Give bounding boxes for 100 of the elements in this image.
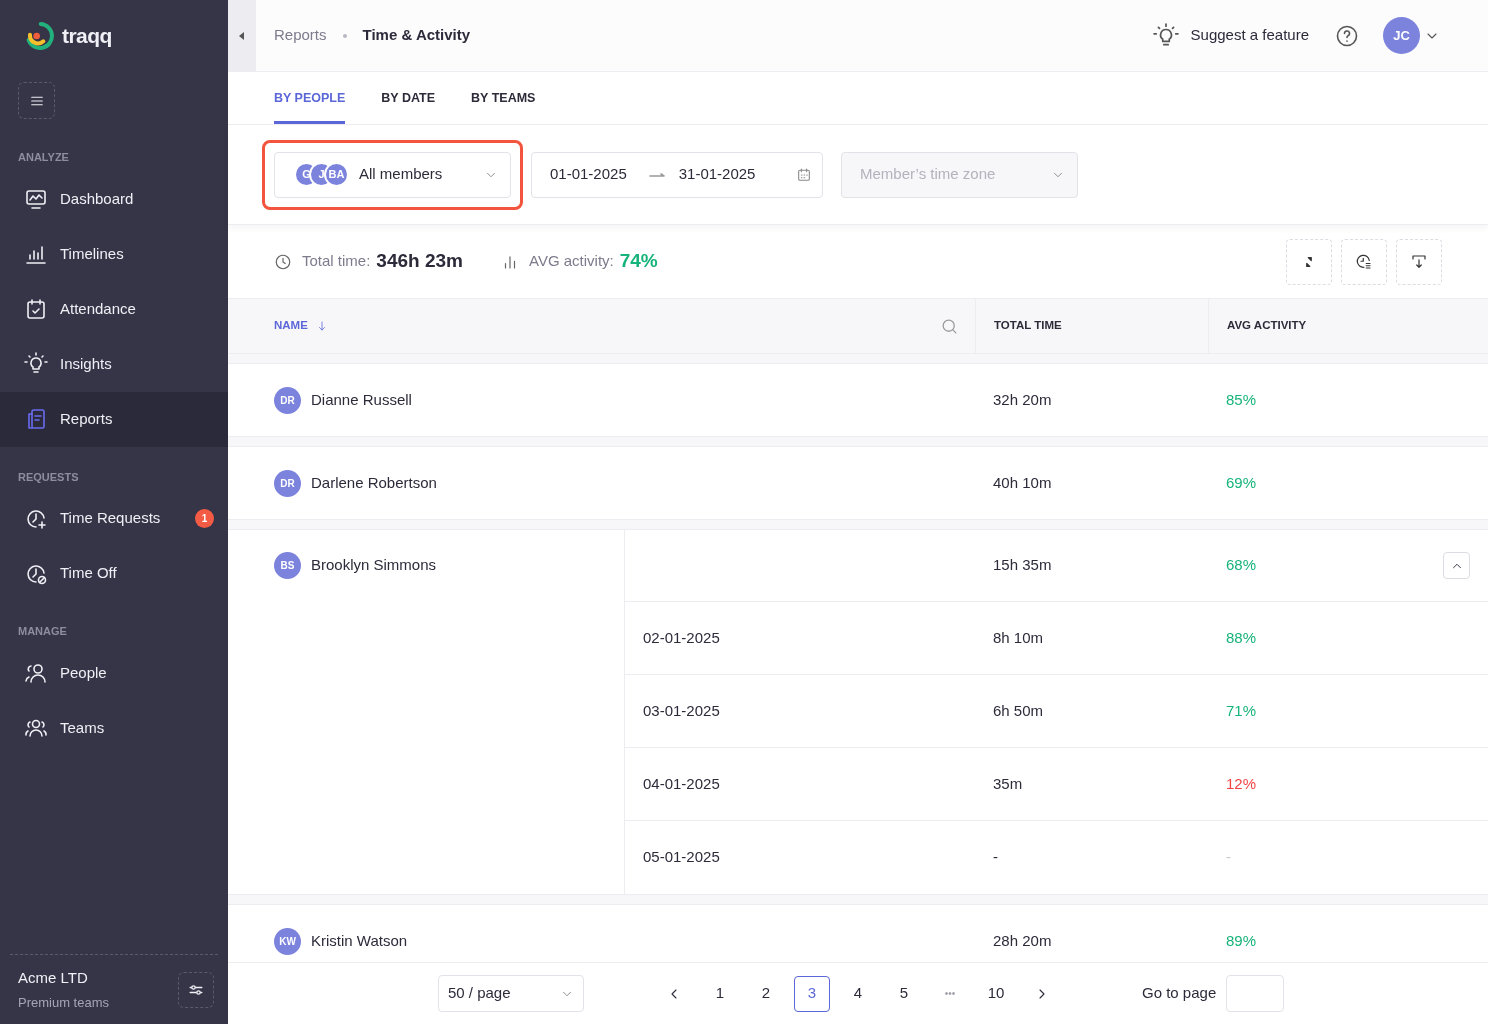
time-report-button[interactable] — [1341, 238, 1387, 285]
tab[interactable]: BY PEOPLE — [274, 89, 346, 124]
export-button[interactable] — [1396, 238, 1442, 285]
user-avatar: BS — [274, 552, 301, 579]
nav-label: Reports — [60, 408, 114, 429]
user-avatar: DR — [274, 469, 301, 497]
dropdown-placeholder: Member’s time zone — [860, 164, 997, 185]
breadcrumb-separator — [342, 33, 347, 38]
table-cell-text: - — [992, 847, 999, 868]
page-button[interactable]: 10 — [978, 975, 1014, 1012]
go-to-page-label: Go to page — [1142, 983, 1217, 1004]
date-cell-text: 04-01-2025 — [642, 773, 721, 794]
activity-value: - — [1225, 847, 1232, 868]
suggest-feature-button[interactable]: Suggest a feature — [1152, 22, 1309, 49]
column-header[interactable]: AVG ACTIVITY — [1227, 317, 1307, 335]
nav-label: Time Off — [60, 563, 118, 584]
person-name: Brooklyn Simmons — [311, 555, 437, 576]
nav-label: Timelines — [60, 243, 125, 264]
person-icon — [24, 661, 48, 685]
activity-value: 12% — [1225, 773, 1258, 794]
page-button[interactable]: 3 — [794, 975, 830, 1012]
stat-label: AVG activity: — [529, 251, 614, 272]
section-heading: ANALYZE — [17, 150, 70, 165]
settings-button[interactable] — [178, 971, 214, 1008]
logo-text: traqq — [62, 23, 112, 50]
dropdown-value: 50 / page — [448, 983, 512, 1004]
help-icon[interactable] — [1335, 23, 1359, 48]
nav-item[interactable]: Timelines — [0, 226, 228, 282]
clock-list-icon — [1355, 252, 1373, 271]
person-name: Kristin Watson — [311, 930, 408, 951]
collapse-button[interactable] — [1286, 238, 1332, 285]
nav-label: Time Requests — [60, 508, 162, 529]
nav-item[interactable]: People — [0, 645, 228, 701]
go-to-page-field[interactable] — [1226, 975, 1285, 1012]
user-avatar: JC — [1383, 17, 1420, 54]
pagination-ellipsis: ••• — [943, 987, 957, 1001]
date-cell-text: 03-01-2025 — [642, 700, 721, 721]
nav-label: People — [60, 662, 108, 683]
collapse-row-button[interactable] — [1443, 552, 1470, 579]
calendar-check-icon — [24, 297, 48, 321]
person-name: Dianne Russell — [311, 389, 412, 410]
page-button[interactable]: 1 — [702, 975, 738, 1012]
lightbulb-icon — [24, 352, 48, 376]
table-cell-text: 35m — [992, 773, 1024, 794]
nav-item[interactable]: Reports — [0, 391, 228, 447]
monitor-chart-icon — [24, 187, 48, 211]
date-cell-text: 05-01-2025 — [642, 847, 721, 868]
clock-icon — [274, 252, 292, 271]
nav-item[interactable]: Attendance — [0, 281, 228, 337]
nav-label: Dashboard — [60, 188, 135, 209]
member-avatar: BA — [324, 162, 349, 187]
column-header[interactable]: TOTAL TIME — [994, 317, 1062, 335]
page-size-dropdown[interactable]: 50 / page — [438, 975, 584, 1012]
nav-item[interactable]: Dashboard — [0, 171, 228, 227]
activity-value: 88% — [1225, 627, 1258, 648]
end-date: 31-01-2025 — [678, 164, 757, 185]
stat-value: 74% — [619, 249, 658, 274]
date-range-picker[interactable]: 01-01-2025 31-01-2025 — [531, 151, 823, 198]
tab[interactable]: BY DATE — [381, 89, 436, 124]
dropdown-value: All members — [359, 164, 444, 185]
activity-value: 69% — [1225, 472, 1258, 493]
stat-value: 346h 23m — [376, 249, 463, 274]
nav-item[interactable]: Time Off — [0, 546, 228, 601]
user-avatar: KW — [274, 927, 301, 955]
date-cell-text: 02-01-2025 — [642, 627, 721, 648]
table-cell-text: 40h 10m — [992, 472, 1053, 493]
page-button[interactable]: 4 — [840, 975, 876, 1012]
breadcrumb-link[interactable]: Reports — [274, 24, 327, 47]
activity-value: 68% — [1226, 555, 1257, 576]
table-cell-text: 15h 35m — [992, 555, 1053, 576]
activity-value: 71% — [1225, 700, 1258, 721]
menu-button[interactable] — [18, 82, 55, 119]
download-icon — [1410, 252, 1428, 271]
nav-item[interactable]: Insights — [0, 336, 228, 392]
company-name: Acme LTD — [18, 967, 89, 988]
page-button[interactable]: 5 — [886, 975, 922, 1012]
nav-label: Attendance — [60, 298, 137, 319]
section-heading: REQUESTS — [17, 469, 80, 485]
nav-item[interactable]: Teams — [0, 700, 228, 756]
plan-name: Premium teams — [18, 994, 110, 1012]
activity-value: 89% — [1225, 930, 1258, 951]
nav-item[interactable]: Time Requests 1 — [0, 491, 228, 546]
page-title: Time & Activity — [362, 25, 471, 46]
table-cell-text: 8h 10m — [992, 627, 1045, 648]
caret-left-icon — [239, 31, 245, 40]
tab[interactable]: BY TEAMS — [471, 89, 536, 124]
table-cell-text: 28h 20m — [992, 930, 1053, 951]
activity-value: 85% — [1225, 389, 1258, 410]
nav-label: Teams — [60, 717, 106, 738]
notification-badge: 1 — [195, 509, 214, 528]
section-heading: MANAGE — [17, 624, 68, 639]
column-header[interactable]: NAME — [274, 317, 328, 335]
table-cell-text: 6h 50m — [992, 700, 1045, 721]
lightbulb-icon — [1152, 22, 1179, 49]
stat-label: Total time: — [302, 251, 371, 272]
start-date: 01-01-2025 — [550, 164, 627, 185]
page-button[interactable]: 2 — [748, 975, 784, 1012]
calendar-icon — [796, 166, 812, 183]
person-name: Darlene Robertson — [311, 472, 437, 493]
user-avatar: DR — [274, 386, 301, 414]
